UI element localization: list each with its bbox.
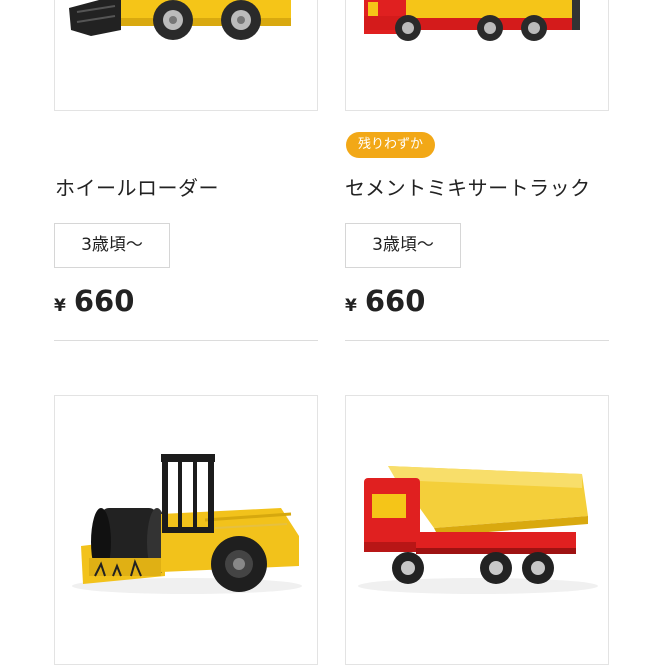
age-tag: 3歳頃〜 — [54, 223, 170, 268]
wheel-loader-icon — [69, 0, 291, 40]
product-image-dump-truck[interactable] — [345, 395, 609, 665]
product-image-road-roller[interactable] — [54, 395, 318, 665]
divider — [54, 340, 318, 341]
dump-truck-icon — [358, 466, 598, 594]
product-price: ¥660 — [345, 284, 425, 318]
road-roller-icon — [72, 454, 302, 594]
product-image-cement-mixer-truck[interactable] — [345, 0, 609, 111]
product-title[interactable]: ホイールローダー — [55, 172, 219, 201]
price-amount: 660 — [73, 284, 135, 318]
product-price: ¥660 — [54, 284, 134, 318]
low-stock-badge: 残りわずか — [346, 132, 436, 158]
currency-symbol: ¥ — [345, 296, 357, 316]
age-tag: 3歳頃〜 — [345, 223, 461, 268]
price-amount: 660 — [364, 284, 426, 318]
product-image-wheel-loader[interactable] — [54, 0, 318, 111]
product-title[interactable]: セメントミキサートラック — [345, 172, 591, 201]
divider — [345, 340, 609, 341]
cement-mixer-truck-icon — [364, 0, 580, 41]
currency-symbol: ¥ — [54, 296, 66, 316]
